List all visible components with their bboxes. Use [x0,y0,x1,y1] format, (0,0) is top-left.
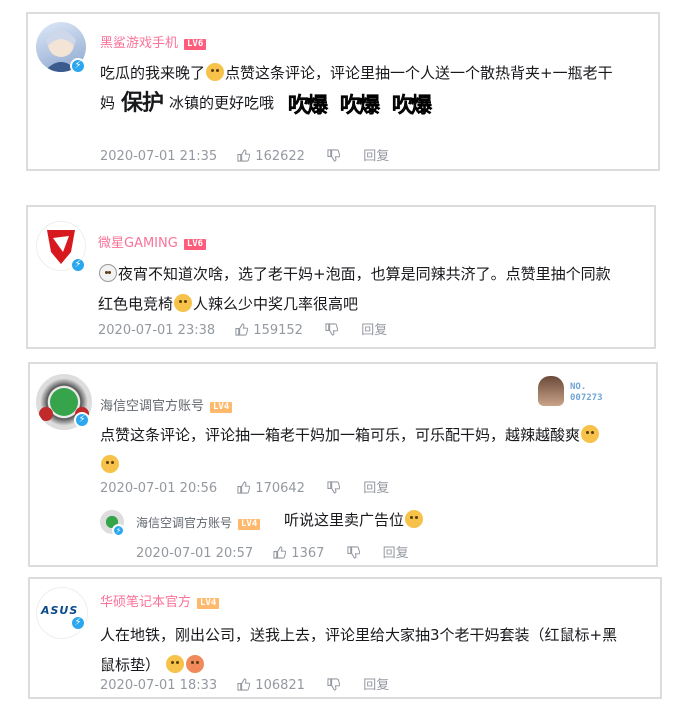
dislike-button[interactable] [327,678,345,693]
sub-reply: ⚡ 海信空调官方账号 LV4 听说这里卖广告位 2020-07-01 20:57 … [100,506,640,562]
text-segment: 吃瓜的我来晚了 [100,64,206,82]
timestamp: 2020-07-01 23:38 [98,323,216,338]
username[interactable]: 海信空调官方账号 LV4 [100,395,233,414]
reply-button[interactable]: 回复 [363,477,389,496]
comment-card: ⚡ 黑鲨游戏手机 LV6 吃瓜的我来晚了 点赞这条评论，评论里抽一个人送一个散热背夹… [26,12,660,171]
emoji-icon [101,455,119,473]
verified-icon: ⚡ [74,412,90,428]
level-badge: LV4 [197,598,220,609]
like-icon [273,546,287,559]
dislike-icon [346,546,360,559]
comment-text: 吃瓜的我来晚了 点赞这条评论，评论里抽一个人送一个散热背夹+一瓶老干 妈保护 冰镇的… [100,58,655,120]
like-icon [235,323,249,336]
medal-number: 007273 [570,393,603,403]
emoji-icon [174,294,193,312]
reply-text: 听说这里卖广告位 [284,505,424,535]
username-text[interactable]: 华硕笔记本官方 [100,595,191,610]
dislike-button[interactable] [325,323,343,338]
comment-card: ⚡ 海信空调官方账号 LV4 NO. 007273 点赞这条评论，评论抽一箱老干妈… [28,362,658,567]
level-badge: LV4 [210,402,233,413]
reply-button[interactable]: 回复 [363,145,389,164]
medal-avatar [538,376,564,406]
text-segment: 听说这里卖广告位 [284,511,405,529]
like-button[interactable]: 162622 [237,149,305,164]
text-segment: 冰镇的更好吃哦 [169,94,275,112]
verified-icon: ⚡ [70,615,86,631]
reply-button[interactable]: 回复 [363,674,389,693]
text-segment: 点赞这条评论，评论里抽一个人送一个散热背夹+一瓶老干 [225,64,613,82]
like-icon [237,678,251,691]
comment-text: 夜宵不知道次啥，选了老干妈+泡面，也算是同辣共济了。点赞里抽个同款 红色电竞椅 人… [98,259,653,319]
like-button[interactable]: 106821 [237,678,305,693]
username-text[interactable]: 海信空调官方账号 [100,399,204,414]
comment-meta: 2020-07-01 20:56 170642 回复 [100,477,389,496]
emoji-icon [99,264,117,282]
like-button[interactable]: 170642 [237,481,305,496]
like-count: 106821 [255,678,305,693]
reply-button[interactable]: 回复 [383,542,409,561]
username-text[interactable]: 微星GAMING [98,236,178,251]
emoji-chuibao: 吹爆 [392,93,432,117]
comment-meta: 2020-07-01 21:35 162622 回复 [100,145,389,164]
dislike-button[interactable] [346,546,365,561]
dislike-icon [327,149,341,162]
comment-text: 人在地铁，刚出公司，送我上去，评论里给大家抽3个老干妈套装（红鼠标+黑 鼠标垫） [100,620,660,680]
level-badge: LV4 [238,519,261,530]
like-count: 159152 [253,323,303,338]
username[interactable]: 微星GAMING LV6 [98,232,207,251]
emoji-chuibao: 吹爆 [340,93,380,117]
verified-icon: ⚡ [112,524,125,537]
reply-meta: 2020-07-01 20:57 1367 回复 [136,542,409,561]
like-button[interactable]: 159152 [235,323,303,338]
emoji-icon [166,655,185,673]
like-icon [237,481,251,494]
text-segment: 人辣么少中奖几率很高吧 [193,295,359,313]
like-count: 1367 [291,546,325,561]
username[interactable]: 海信空调官方账号 LV4 [136,514,261,531]
level-badge: LV6 [183,239,207,250]
text-segment: 妈 [100,94,116,112]
medal-label: NO. [570,382,587,392]
dislike-button[interactable] [327,481,345,496]
username-text[interactable]: 海信空调官方账号 [136,516,232,530]
emoji-icon [405,510,424,528]
comment-text: 点赞这条评论，评论抽一箱老干妈加一箱可乐，可乐配干妈，越辣越酸爽 [100,420,640,480]
fan-medal: NO. 007273 [538,376,628,410]
reply-button[interactable]: 回复 [361,319,387,338]
text-segment: 红色电竞椅 [98,295,174,313]
timestamp: 2020-07-01 20:57 [136,546,254,561]
comment-card: ASUS ⚡ 华硕笔记本官方 LV4 人在地铁，刚出公司，送我上去，评论里给大家抽… [28,577,662,699]
username[interactable]: 黑鲨游戏手机 LV6 [100,32,207,51]
timestamp: 2020-07-01 18:33 [100,678,218,693]
emoji-text-baohu: 保护 [121,91,164,116]
avatar[interactable]: ASUS [36,587,88,639]
dislike-icon [325,323,339,336]
username[interactable]: 华硕笔记本官方 LV4 [100,591,220,610]
text-segment: 鼠标垫） [100,656,161,674]
verified-icon: ⚡ [70,58,86,74]
text-segment: 点赞这条评论，评论抽一箱老干妈加一箱可乐，可乐配干妈，越辣越酸爽 [100,426,581,444]
dislike-icon [327,678,341,691]
emoji-icon [581,425,600,443]
emoji-icon [206,63,225,81]
text-segment: 夜宵不知道次啥，选了老干妈+泡面，也算是同辣共济了。点赞里抽个同款 [118,265,611,283]
comment-meta: 2020-07-01 18:33 106821 回复 [100,674,389,693]
verified-icon: ⚡ [70,257,86,273]
comment-meta: 2020-07-01 23:38 159152 回复 [98,319,387,338]
like-count: 162622 [255,149,305,164]
dislike-icon [327,481,341,494]
like-button[interactable]: 1367 [273,546,324,561]
dislike-button[interactable] [327,149,345,164]
like-icon [237,149,251,162]
emoji-icon [186,655,205,673]
comment-card: ⚡ 微星GAMING LV6 夜宵不知道次啥，选了老干妈+泡面，也算是同辣共济了。… [26,205,656,349]
timestamp: 2020-07-01 20:56 [100,481,218,496]
level-badge: LV6 [184,39,207,50]
text-segment: 人在地铁，刚出公司，送我上去，评论里给大家抽3个老干妈套装（红鼠标+黑 [100,626,618,644]
emoji-chuibao: 吹爆 [288,93,328,117]
asus-logo: ASUS [41,604,79,617]
username-text[interactable]: 黑鲨游戏手机 [100,36,178,51]
like-count: 170642 [255,481,305,496]
timestamp: 2020-07-01 21:35 [100,149,218,164]
